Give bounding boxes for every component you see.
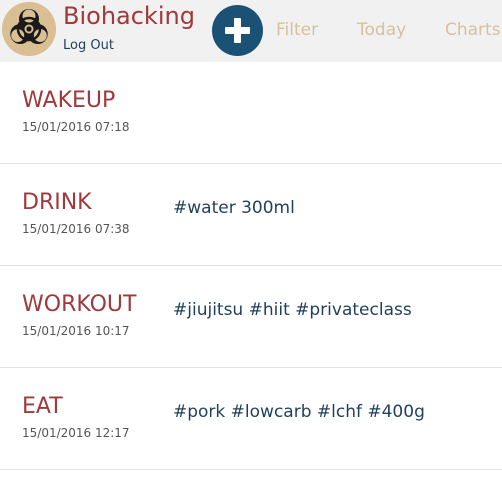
biohazard-icon xyxy=(2,2,56,56)
entry-type: EAT xyxy=(22,394,63,419)
list-item[interactable]: DRINK 15/01/2016 07:38 #water 300ml xyxy=(0,164,502,266)
logout-link[interactable]: Log Out xyxy=(63,37,114,55)
entry-type: DRINK xyxy=(22,190,92,215)
entry-datetime: 15/01/2016 10:17 xyxy=(22,324,130,338)
nav-today[interactable]: Today xyxy=(357,19,406,41)
entry-list: WAKEUP 15/01/2016 07:18 DRINK 15/01/2016… xyxy=(0,62,502,470)
entry-datetime: 15/01/2016 07:18 xyxy=(22,120,130,134)
list-item[interactable]: EAT 15/01/2016 12:17 #pork #lowcarb #lch… xyxy=(0,368,502,470)
entry-datetime: 15/01/2016 07:38 xyxy=(22,222,130,236)
entry-datetime: 15/01/2016 12:17 xyxy=(22,426,130,440)
nav-filter[interactable]: Filter xyxy=(276,19,318,41)
entry-type: WAKEUP xyxy=(22,88,116,113)
entry-type: WORKOUT xyxy=(22,292,137,317)
entry-tags: #jiujitsu #hiit #privateclass xyxy=(173,300,412,320)
add-entry-button[interactable] xyxy=(212,5,263,56)
nav-charts[interactable]: Charts xyxy=(445,19,501,41)
app-header: Biohacking Log Out Filter Today Charts xyxy=(0,0,502,62)
entry-tags: #pork #lowcarb #lchf #400g xyxy=(173,402,425,422)
app-title: Biohacking xyxy=(63,2,195,30)
entry-tags: #water 300ml xyxy=(173,198,295,218)
list-item[interactable]: WAKEUP 15/01/2016 07:18 xyxy=(0,62,502,164)
list-item[interactable]: WORKOUT 15/01/2016 10:17 #jiujitsu #hiit… xyxy=(0,266,502,368)
